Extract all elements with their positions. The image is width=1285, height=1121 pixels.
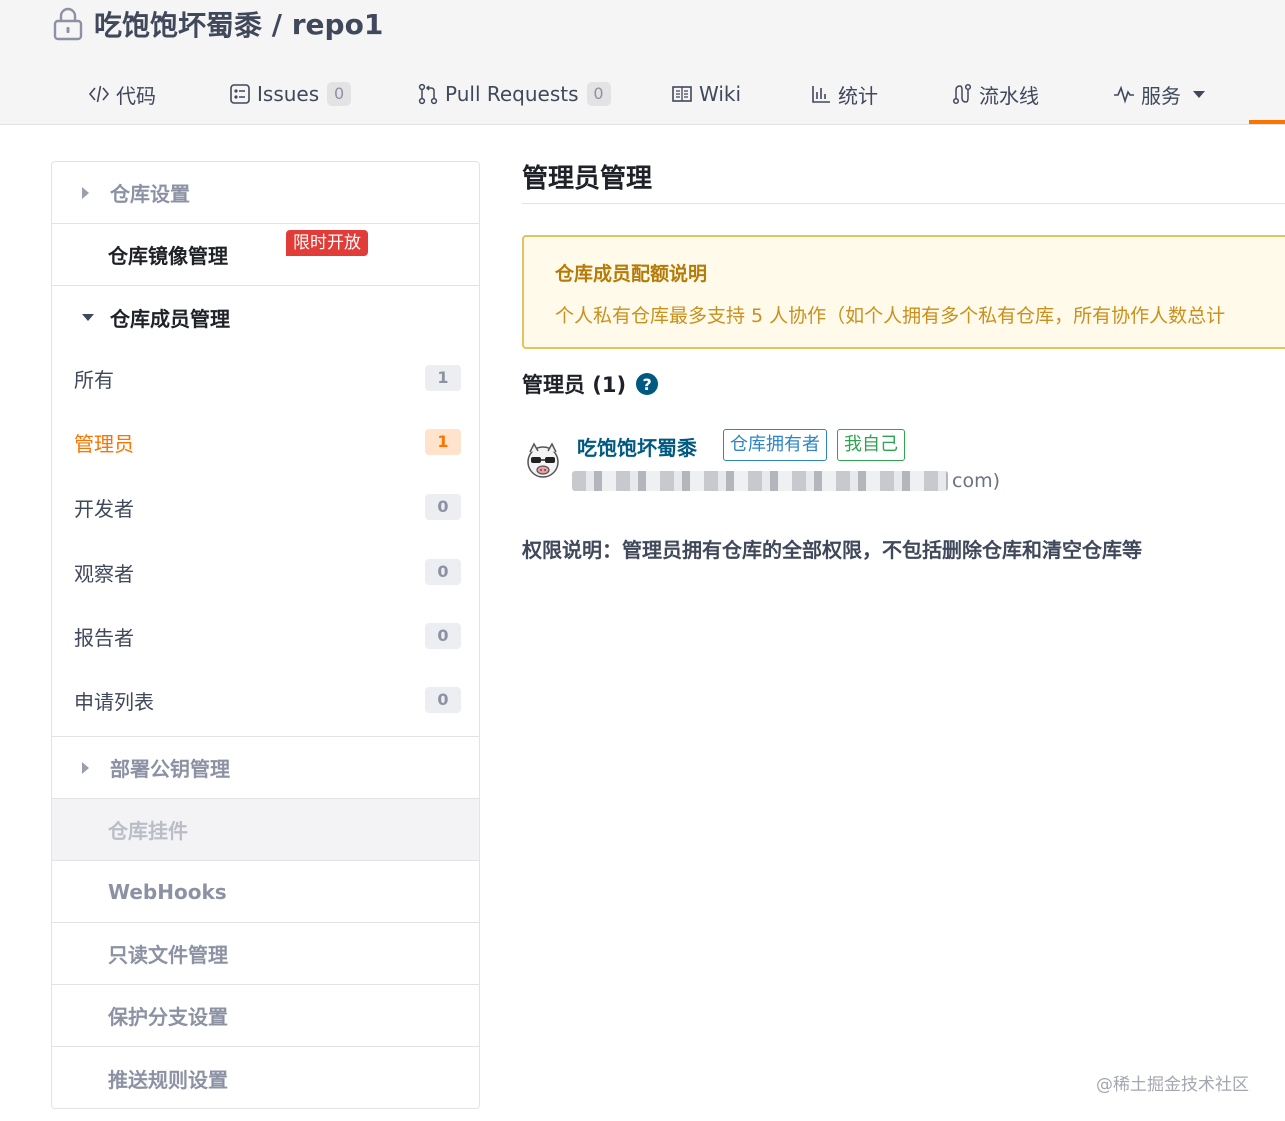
- admins-heading: 管理员 (1) ?: [522, 369, 659, 399]
- member-filter-count: 0: [425, 559, 461, 585]
- repo-title: 吃饱饱坏蜀黍 / repo1: [52, 4, 383, 44]
- member-filter-count: 1: [425, 365, 461, 391]
- sidebar-item-mirror-management[interactable]: 仓库镜像管理 限时开放: [52, 224, 479, 286]
- pull-requests-count-badge: 0: [586, 82, 611, 106]
- sidebar-item-repo-settings[interactable]: 仓库设置: [52, 162, 479, 224]
- tab-issues-label: Issues: [257, 82, 320, 106]
- member-filter-label: 管理员: [74, 431, 134, 456]
- member-filter-count: 0: [425, 494, 461, 520]
- tab-wiki-label: Wiki: [699, 82, 742, 106]
- member-filter-label: 开发者: [74, 496, 134, 521]
- owner-tag: 仓库拥有者: [723, 429, 827, 461]
- member-filter-label: 报告者: [74, 625, 134, 650]
- sidebar-item-member-management[interactable]: 仓库成员管理: [52, 286, 479, 348]
- member-filter-count: 0: [425, 687, 461, 713]
- sidebar-item-push-rules[interactable]: 推送规则设置: [52, 1047, 479, 1109]
- self-tag: 我自己: [837, 429, 905, 461]
- tab-wiki[interactable]: Wiki: [671, 72, 741, 116]
- member-email-suffix: com): [952, 470, 1000, 492]
- sidebar-item-deploy-keys[interactable]: 部署公钥管理: [52, 737, 479, 799]
- pipeline-icon: [951, 83, 973, 105]
- code-icon: [88, 83, 110, 105]
- member-email: com): [572, 468, 1000, 494]
- member-filter-label: 所有: [74, 367, 114, 392]
- notice-title: 仓库成员配额说明: [555, 263, 708, 285]
- sidebar-item-readonly-files[interactable]: 只读文件管理: [52, 923, 479, 985]
- redacted-email-blur: [572, 471, 948, 491]
- member-name-link[interactable]: 吃饱饱坏蜀黍: [577, 432, 697, 461]
- repo-path-separator: /: [262, 7, 292, 41]
- notice-text: 个人私有仓库最多支持 5 人协作（如个人拥有多个私有仓库，所有协作人数总计: [555, 305, 1226, 327]
- tab-issues[interactable]: Issues 0: [229, 72, 352, 116]
- tab-services-dropdown[interactable]: 服务: [1113, 72, 1205, 116]
- sidebar-item-repo-plugins[interactable]: 仓库挂件: [52, 799, 479, 861]
- sidebar-item-label: 仓库成员管理: [110, 306, 230, 331]
- sidebar-item-label: 仓库镜像管理: [108, 244, 228, 268]
- permission-note: 权限说明：管理员拥有仓库的全部权限，不包括删除仓库和清空仓库等: [522, 538, 1142, 562]
- sidebar-item-label: 推送规则设置: [108, 1067, 228, 1092]
- tab-services-label: 服务: [1141, 83, 1181, 108]
- caret-right-icon: [82, 186, 89, 199]
- sidebar-item-label: 仓库设置: [110, 182, 190, 206]
- tab-pipeline[interactable]: 流水线: [951, 72, 1039, 116]
- admins-heading-label: 管理员 (1): [522, 373, 627, 397]
- help-icon[interactable]: ?: [636, 373, 659, 395]
- repo-owner-link[interactable]: 吃饱饱坏蜀黍: [94, 4, 262, 44]
- tab-stats-label: 统计: [838, 83, 878, 108]
- divider: [522, 203, 1285, 204]
- tab-pipeline-label: 流水线: [979, 83, 1039, 108]
- tab-code[interactable]: 代码: [88, 72, 156, 116]
- nav-active-indicator: [1249, 120, 1285, 124]
- tab-pull-requests[interactable]: Pull Requests 0: [417, 72, 611, 116]
- tab-code-label: 代码: [116, 83, 156, 108]
- avatar[interactable]: [522, 440, 564, 482]
- member-filter-viewers[interactable]: 观察者 0: [52, 540, 479, 604]
- pulse-icon: [1113, 83, 1135, 105]
- repo-header: 吃饱饱坏蜀黍 / repo1 代码 Issues 0 Pull Requests…: [0, 0, 1285, 125]
- wiki-icon: [671, 83, 693, 105]
- caret-down-icon: [1193, 90, 1205, 98]
- member-filter-admins[interactable]: 管理员 1: [52, 410, 479, 474]
- tab-stats[interactable]: 统计: [810, 72, 878, 116]
- member-filter-count: 1: [425, 429, 461, 455]
- member-filter-label: 申请列表: [74, 689, 154, 714]
- sidebar-item-label: 只读文件管理: [108, 943, 228, 967]
- sidebar-item-label: WebHooks: [108, 879, 227, 904]
- settings-sidebar: 仓库设置 仓库镜像管理 限时开放 仓库成员管理 所有 1 管理员 1 开发者 0…: [51, 161, 480, 1109]
- pull-request-icon: [417, 83, 439, 105]
- member-filter-label: 观察者: [74, 561, 134, 586]
- member-filter-developers[interactable]: 开发者 0: [52, 475, 479, 539]
- lock-icon: [53, 7, 83, 41]
- admin-member-row: 吃饱饱坏蜀黍 仓库拥有者 我自己 com): [522, 428, 1222, 498]
- member-filter-count: 0: [425, 623, 461, 649]
- quota-notice: 仓库成员配额说明 个人私有仓库最多支持 5 人协作（如个人拥有多个私有仓库，所有…: [522, 235, 1285, 349]
- repo-name-link[interactable]: repo1: [292, 8, 384, 41]
- sidebar-item-webhooks[interactable]: WebHooks: [52, 861, 479, 923]
- page-title: 管理员管理: [522, 164, 653, 194]
- member-filter-all[interactable]: 所有 1: [52, 346, 479, 410]
- limited-open-badge: 限时开放: [286, 230, 368, 256]
- sidebar-item-label: 部署公钥管理: [110, 757, 230, 781]
- issues-icon: [229, 83, 251, 105]
- sidebar-item-protected-branches[interactable]: 保护分支设置: [52, 985, 479, 1047]
- tab-pull-requests-label: Pull Requests: [445, 82, 579, 106]
- caret-right-icon: [82, 761, 89, 774]
- repo-nav: 代码 Issues 0 Pull Requests 0 Wiki 统计 流水线 …: [0, 72, 1285, 116]
- sidebar-item-label: 仓库挂件: [108, 819, 188, 843]
- member-filter-applications[interactable]: 申请列表 0: [52, 668, 479, 732]
- issues-count-badge: 0: [327, 82, 352, 106]
- watermark: @稀土掘金技术社区: [1096, 1075, 1249, 1095]
- member-filter-reporters[interactable]: 报告者 0: [52, 604, 479, 668]
- caret-down-icon: [82, 313, 94, 321]
- chart-icon: [810, 83, 832, 105]
- sidebar-item-label: 保护分支设置: [108, 1005, 228, 1029]
